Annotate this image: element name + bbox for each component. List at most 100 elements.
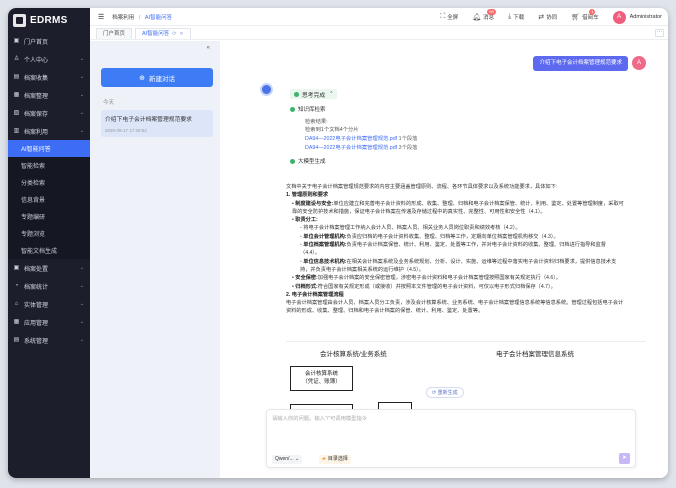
subbullet-title: 单位会计管理机构: xyxy=(303,233,347,240)
answer-bullet: • 归档形式:符合国家有关规定形成（或接收）并按照本文件管理的电子会计资料，可仅… xyxy=(292,283,556,290)
conversation-item[interactable]: 介绍下电子会计档案管理规范要求 2025-09-17 17:29:52 xyxy=(101,110,213,137)
chat-area: 介绍下电子会计档案管理规范要求 A 思考完成 ⌃ 知识库检索 检索结果: 检索到… xyxy=(220,41,668,478)
sidebar-item[interactable]: ▦ 档案整理 ⌄ xyxy=(8,86,90,104)
top-bar: ☰ 档案利用 / AI智能问答 ⛶ 全屏 🔔︎ 消息 99 ⤓ 下载 ⇄ 协同 🛒︎ 借阅车… xyxy=(90,8,668,26)
doc-link[interactable]: DA94—2022电子会计档案管理规范.pdf xyxy=(305,145,397,151)
chevron-down-icon: ⌄ xyxy=(79,337,84,343)
sidebar-item[interactable]: ▥ 档案利用 ⌄ xyxy=(8,122,90,140)
subbullet-text: 在相关会计档案系统及业务系统规划、分析、设计、实施、运维等过程中落实电子会计资料… xyxy=(300,258,617,273)
sidebar: EDRMS ▣ 门户首页 ♙ 个人中心 ⌄ ▤ 档案收集 ⌄ ▦ 档案整理 ⌄ ▧ 档案保存 ⌄ ▥ 档案利用… xyxy=(8,8,90,478)
doc-link[interactable]: DA94—2022电子会计档案管理规范.pdf xyxy=(305,136,397,142)
knowledge-dir-button[interactable]: ▰ 目录选择 xyxy=(319,455,351,464)
collapse-icon[interactable]: « xyxy=(207,45,210,51)
thinking-status[interactable]: 思考完成 ⌃ xyxy=(290,89,338,99)
model-select-label: Qwen/... xyxy=(275,456,294,462)
sidebar-subitem[interactable]: AI智能问答 xyxy=(8,140,90,157)
tab-home[interactable]: 门户首页 xyxy=(96,28,133,39)
send-icon: ➤ xyxy=(621,455,628,461)
bullet-title: 制度建设与安全: xyxy=(295,200,334,207)
system-icon: ▤ xyxy=(13,336,20,343)
breadcrumb-parent[interactable]: 档案利用 xyxy=(112,15,134,21)
chevron-up-icon[interactable]: ⌃ xyxy=(329,91,333,97)
sidebar-item[interactable]: ▦ 应用管理 ⌄ xyxy=(8,313,90,331)
fullscreen-button[interactable]: ⛶ 全屏 xyxy=(440,13,458,21)
sidebar-item[interactable]: ▧ 档案保存 ⌄ xyxy=(8,104,90,122)
avatar[interactable]: A xyxy=(612,10,626,24)
chevron-down-icon: ⌄ xyxy=(79,265,84,271)
answer-heading: 1. 管理原则和要求 xyxy=(286,192,329,199)
answer-bullet: • 制度建设与安全:单位应建立和完善电子会计资料的形成、收集、整理、归档和电子会… xyxy=(292,200,624,215)
dispose-icon: ▣ xyxy=(13,264,20,271)
new-chat-button[interactable]: ⊕ 新建对话 xyxy=(101,68,213,87)
bullet-title: 安全保密: xyxy=(295,275,318,282)
date-group-label: 今天 xyxy=(103,100,115,106)
store-icon: ▧ xyxy=(13,109,20,116)
download-button[interactable]: ⤓ 下载 xyxy=(508,13,524,21)
sidebar-subitem[interactable]: 信息背景 xyxy=(8,191,90,208)
answer-subbullet: ◦ 单位档案管理机构:负责电子会计档案保管、统计、利用、鉴定、处置等工作，并对电… xyxy=(300,242,606,257)
bullet-title: 归档形式: xyxy=(295,283,318,290)
sidebar-item-label: 档案利用 xyxy=(24,129,49,136)
sidebar-subitem[interactable]: 专题浏览 xyxy=(8,225,90,242)
sidebar-subitem[interactable]: 智能检索 xyxy=(8,157,90,174)
sidebar-subitem[interactable]: 智能文档生成 xyxy=(8,242,90,259)
user-name[interactable]: Administrator xyxy=(630,14,662,20)
page-tabs: 门户首页 AI智能问答 ⟳ ✕ ··· xyxy=(90,26,668,40)
knowledge-dir-label: 目录选择 xyxy=(327,456,348,462)
subbullet-text: 将电子会计档案管理工作纳入会计人员、档案人员、相关业务人员岗位职责和绩效考核（4… xyxy=(303,225,521,232)
answer-bullet: • 职责分工: xyxy=(292,217,318,224)
sidebar-item[interactable]: ⌂ 实体管理 ⌄ xyxy=(8,295,90,313)
fullscreen-label: 全屏 xyxy=(447,15,459,21)
user-icon: ♙ xyxy=(13,55,20,62)
chevron-down-icon: ⌄ xyxy=(79,74,84,80)
logo[interactable]: EDRMS xyxy=(8,11,90,29)
chevron-down-icon: ⌄ xyxy=(79,283,84,289)
chevron-down-icon: ⌄ xyxy=(79,56,84,62)
bullet-text: 单位应建立和完善电子会计资料的形成、收集、整理、归档和电子会计档案保管、统计、利… xyxy=(292,200,624,215)
chevron-down-icon: ⌄ xyxy=(79,319,84,325)
app-icon: ▦ xyxy=(13,318,20,325)
sidebar-item[interactable]: ▤ 档案收集 ⌄ xyxy=(8,68,90,86)
chat-input-box[interactable]: 请输入你的问题。输入“/”可调用模型指令 Qwen/... ⌄ ▰ 目录选择 ➤ xyxy=(266,409,636,468)
conversation-panel: « ⊕ 新建对话 今天 介绍下电子会计档案管理规范要求 2025-09-17 1… xyxy=(90,41,220,478)
send-button[interactable]: ➤ xyxy=(619,453,630,464)
tab-ai-qa-label: AI智能问答 xyxy=(142,30,170,37)
retrieval-summary: 检索到1个文档4个分片 xyxy=(305,127,359,133)
sidebar-item[interactable]: ♙ 个人中心 ⌄ xyxy=(8,50,90,68)
assistant-avatar xyxy=(260,83,273,96)
model-select[interactable]: Qwen/... ⌄ xyxy=(272,455,303,464)
sidebar-item-label: 档案统计 xyxy=(24,284,49,291)
sidebar-subitem[interactable]: 分类检索 xyxy=(8,174,90,191)
breadcrumb: 档案利用 / AI智能问答 xyxy=(112,13,172,21)
sidebar-item[interactable]: ▣ 档案处置 ⌄ xyxy=(8,259,90,277)
sidebar-subitem[interactable]: 专题编研 xyxy=(8,208,90,225)
tab-ai-qa[interactable]: AI智能问答 ⟳ ✕ xyxy=(135,28,191,39)
messages-badge: 99 xyxy=(487,9,496,15)
user-question: 介绍下电子会计档案管理规范要求 xyxy=(533,56,628,71)
download-label: 下载 xyxy=(513,15,525,21)
sidebar-item[interactable]: ▤ 系统管理 ⌄ xyxy=(8,331,90,349)
sidebar-item-label: 实体管理 xyxy=(24,302,49,309)
step-generation: 大模型生成 xyxy=(290,157,326,165)
answer-paragraph: 电子会计档案管理由会计人员、档案人员分工负责，涉及会计核算系统、业务系统、电子会… xyxy=(286,300,624,315)
collab-button[interactable]: ⇄ 协同 xyxy=(538,13,557,21)
chevron-down-icon: ⌄ xyxy=(79,92,84,98)
messages-button[interactable]: 🔔︎ 消息 99 xyxy=(472,9,496,21)
sidebar-item-label: 应用管理 xyxy=(24,320,49,327)
thinking-label: 思考完成 xyxy=(302,92,326,99)
sidebar-item-label: 门户首页 xyxy=(24,39,49,46)
diagram-box-line: 会计核算系统 xyxy=(304,371,338,377)
sidebar-item[interactable]: ▣ 门户首页 xyxy=(8,32,90,50)
sidebar-item[interactable]: ◔ 档案统计 ⌄ xyxy=(8,277,90,295)
regenerate-button[interactable]: ⟳ 重新生成 xyxy=(426,387,464,398)
close-icon[interactable]: ✕ xyxy=(179,29,183,40)
answer-subbullet: ◦ 单位会计管理机构:负责应归档的电子会计资料收集、整理、归档等工作，定期向单位… xyxy=(300,233,559,240)
diagram-box: 会计核算系统 （凭证、账簿） xyxy=(290,366,353,391)
refresh-icon[interactable]: ⟳ xyxy=(172,29,176,40)
chevron-down-icon: ⌄ xyxy=(79,128,84,134)
more-icon[interactable]: ··· xyxy=(655,29,664,37)
menu-toggle-icon[interactable]: ☰ xyxy=(98,13,104,21)
chevron-down-icon: ⌄ xyxy=(295,456,300,462)
chat-input[interactable]: 请输入你的问题。输入“/”可调用模型指令 xyxy=(272,414,367,422)
borrow-cart-button[interactable]: 🛒︎ 借阅车 1 xyxy=(571,9,599,21)
